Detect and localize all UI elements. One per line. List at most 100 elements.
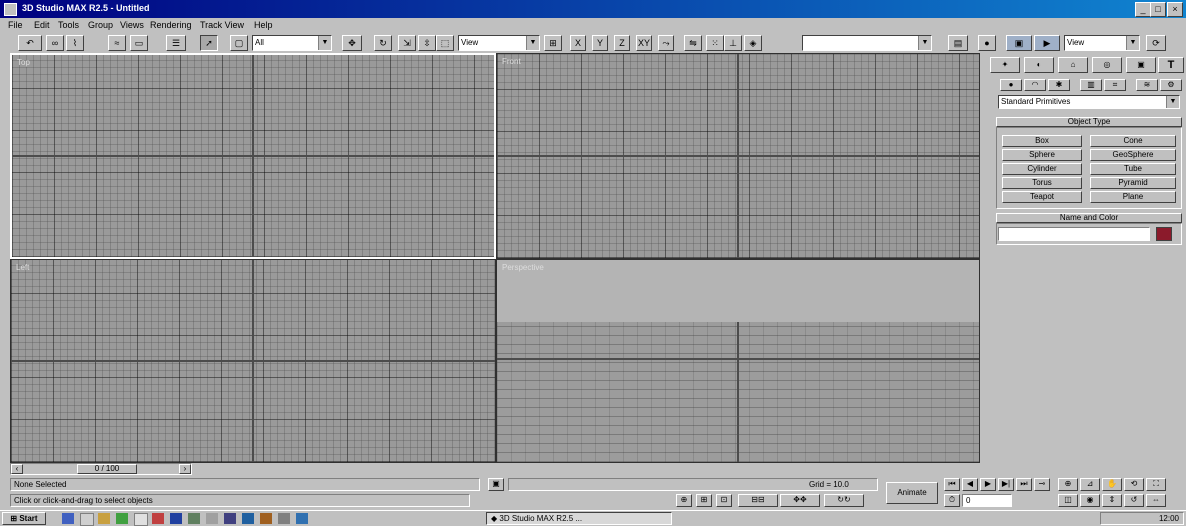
pyramid-button[interactable]: Pyramid [1090,177,1176,189]
motion-tab-icon[interactable]: ◎ [1092,57,1122,73]
object-color-swatch[interactable] [1156,227,1172,241]
current-frame-field[interactable]: 0 [962,494,1012,507]
arc-rotate-icon[interactable]: ↻↻ [824,494,864,507]
restrict-y-button[interactable]: Y [592,35,608,51]
viewport-top[interactable]: Top [10,53,496,259]
array-icon[interactable]: ⁙ [706,35,724,51]
display-tab-icon[interactable]: ▣ [1126,57,1156,73]
taskbar-task-3dsmax[interactable]: ◆ 3D Studio MAX R2.5 ... [486,512,672,525]
viewport-label-left[interactable]: Left [16,263,29,272]
key-mode-icon[interactable]: ⊸ [1034,478,1050,491]
render-scene-icon[interactable]: ▣ [1006,35,1032,51]
named-selection-icon[interactable]: ◈ [744,35,762,51]
named-selection-dropdown[interactable]: ▼ [802,35,932,51]
zoom-region-icon[interactable]: ⊕ [1058,478,1078,491]
word-icon[interactable] [152,513,164,524]
cameras-icon[interactable]: ▥ [1080,79,1102,91]
explorer-icon[interactable] [170,513,182,524]
menu-rendering[interactable]: Rendering [150,20,192,30]
object-category-dropdown[interactable]: Standard Primitives ▼ [998,95,1180,109]
viewport-left[interactable]: Left [10,259,496,463]
time-slider-next-icon[interactable]: › [179,464,191,474]
viewport-front[interactable]: Front [496,53,980,259]
printer-icon[interactable] [278,513,290,524]
media-icon[interactable] [224,513,236,524]
helpers-icon[interactable]: ⌗ [1104,79,1126,91]
mirror-icon[interactable]: ⇋ [684,35,702,51]
bind-space-warp-icon[interactable]: ≈ [108,35,126,51]
material-editor-icon[interactable]: ● [978,35,996,51]
zoom-icon[interactable]: ⊕ [676,494,692,507]
viewport-perspective[interactable]: Perspective [496,259,980,463]
zoom-all-icon[interactable]: ⊞ [696,494,712,507]
restrict-x-button[interactable]: X [570,35,586,51]
pivot-point-icon[interactable]: ⊞ [544,35,562,51]
folder-icon[interactable] [260,513,272,524]
utilities-tab-icon[interactable]: T [1158,57,1184,73]
close-button[interactable]: × [1167,2,1183,17]
app-icon[interactable] [4,3,17,16]
internet-explorer-icon[interactable] [62,513,74,524]
restrict-z-button[interactable]: Z [614,35,630,51]
uniform-scale-icon[interactable]: ⬚ [436,35,454,51]
menu-track-view[interactable]: Track View [200,20,244,30]
quick-render-icon[interactable]: ▶ [1034,35,1060,51]
select-and-move-icon[interactable]: ✥ [342,35,362,51]
space-warps-icon[interactable]: ≋ [1136,79,1158,91]
animate-button[interactable]: Animate [886,482,938,504]
truck-icon[interactable]: ⇔ [1146,494,1166,507]
menu-tools[interactable]: Tools [58,20,79,30]
select-filter-icon[interactable]: ▭ [130,35,148,51]
maximize-button[interactable]: □ [1150,2,1166,17]
minimize-button[interactable]: _ [1135,2,1151,17]
undo-icon[interactable]: ↶ [18,35,42,51]
viewport-label-front[interactable]: Front [502,57,521,66]
excel-icon[interactable] [188,513,200,524]
zoom-extents-all-icon[interactable]: ⊟⊟ [738,494,778,507]
torus-button[interactable]: Torus [1002,177,1082,189]
inverse-kinematics-icon[interactable]: ⤳ [658,35,674,51]
notepad-icon[interactable] [134,513,148,526]
create-tab-icon[interactable]: ✦ [990,57,1020,73]
viewport-rotate-icon[interactable]: ⟲ [1124,478,1144,491]
next-frame-icon[interactable]: ▶| [998,478,1014,491]
viewport-label-perspective[interactable]: Perspective [502,263,544,272]
link-icon[interactable]: ∞ [46,35,64,51]
sphere-button[interactable]: Sphere [1002,149,1082,161]
select-and-scale-icon[interactable]: ⇲ [398,35,416,51]
render-last-icon[interactable]: ⟳ [1146,35,1166,51]
viewport-label-top[interactable]: Top [17,58,30,67]
hierarchy-tab-icon[interactable]: ⌂ [1058,57,1088,73]
field-of-view-icon[interactable]: ⊿ [1080,478,1100,491]
play-icon[interactable]: ▶ [980,478,996,491]
orbit-icon[interactable]: ◉ [1080,494,1100,507]
menu-help[interactable]: Help [254,20,273,30]
unlink-icon[interactable]: ⌇ [66,35,84,51]
time-slider[interactable]: ‹ 0 / 100 › [10,463,192,475]
systems-icon[interactable]: ⚙ [1160,79,1182,91]
modify-tab-icon[interactable]: ◐ [1024,57,1054,73]
geometry-icon[interactable]: ● [1000,79,1022,91]
roll-icon[interactable]: ↺ [1124,494,1144,507]
select-object-icon[interactable]: ➚ [200,35,218,51]
pan-icon[interactable]: ✥✥ [780,494,820,507]
desktop-icon[interactable] [98,513,110,524]
align-icon[interactable]: ⊥ [724,35,742,51]
outlook-icon[interactable] [80,513,94,526]
go-to-end-icon[interactable]: ⏭ [1016,478,1032,491]
track-view-icon[interactable]: ▤ [948,35,968,51]
help-icon[interactable] [206,513,218,524]
channels-icon[interactable] [116,513,128,524]
render-type-dropdown[interactable]: View ▼ [1064,35,1140,51]
menu-edit[interactable]: Edit [34,20,50,30]
lights-icon[interactable]: ✱ [1048,79,1070,91]
select-by-name-icon[interactable]: ☰ [166,35,186,51]
geosphere-button[interactable]: GeoSphere [1090,149,1176,161]
select-and-rotate-icon[interactable]: ↻ [374,35,392,51]
network-icon[interactable] [242,513,254,524]
reference-coord-dropdown[interactable]: View ▼ [458,35,540,51]
box-button[interactable]: Box [1002,135,1082,147]
time-slider-prev-icon[interactable]: ‹ [11,464,23,474]
globe-icon[interactable] [296,513,308,524]
go-to-start-icon[interactable]: ⏮ [944,478,960,491]
